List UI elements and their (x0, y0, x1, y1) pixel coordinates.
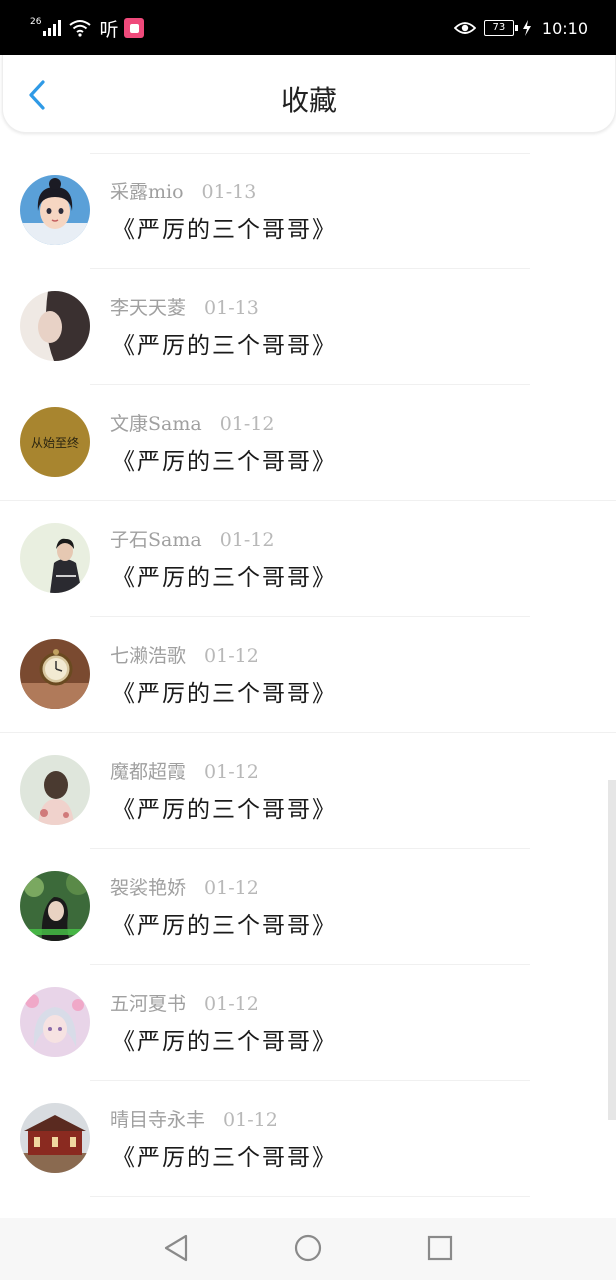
battery-indicator: 73 (483, 20, 518, 36)
entry-meta: 子石Sama 01-12 (110, 529, 274, 551)
avatar: 从始至终 (20, 407, 90, 477)
entry-meta: 魔都超霞 01-12 (110, 761, 259, 783)
nav-home-button[interactable] (292, 1232, 324, 1264)
avatar (20, 291, 90, 361)
avatar (20, 755, 90, 825)
status-bar: 26 听 73 10:10 (0, 0, 616, 55)
entry-date: 01-12 (204, 645, 259, 667)
work-title: 《严厉的三个哥哥》 (112, 217, 337, 243)
list-item[interactable]: 七濑浩歌 01-12 《严厉的三个哥哥》 (0, 617, 616, 733)
work-title: 《严厉的三个哥哥》 (112, 565, 337, 591)
avatar-text: 从始至终 (31, 435, 79, 450)
entry-meta: 采露mio 01-13 (110, 181, 256, 203)
row-divider (90, 1196, 530, 1197)
username: 文康Sama (110, 413, 202, 435)
list-item[interactable]: 李天天菱 01-13 《严厉的三个哥哥》 (0, 269, 616, 385)
triangle-back-icon (164, 1234, 188, 1262)
avatar (20, 987, 90, 1057)
username: 七濑浩歌 (110, 645, 187, 667)
app-notification-icon (124, 18, 145, 38)
work-title: 《严厉的三个哥哥》 (112, 1145, 337, 1171)
status-bar-right: 73 10:10 (453, 15, 588, 41)
eye-icon (453, 22, 476, 34)
entry-meta: 文康Sama 01-12 (110, 413, 274, 435)
entry-date: 01-12 (223, 1109, 278, 1131)
listen-app-label: 听 (99, 18, 119, 41)
username: 晴目寺永丰 (110, 1109, 206, 1131)
username: 魔都超霞 (110, 761, 187, 783)
scrollbar[interactable] (608, 780, 616, 1120)
entry-date: 01-13 (204, 297, 259, 319)
username: 袈裟艳娇 (110, 877, 187, 899)
list-item[interactable]: 五河夏书 01-12 《严厉的三个哥哥》 (0, 965, 616, 1081)
list-item[interactable]: 袈裟艳娇 01-12 《严厉的三个哥哥》 (0, 849, 616, 965)
entry-meta: 七濑浩歌 01-12 (110, 645, 259, 667)
signal-icon (43, 20, 62, 36)
username: 五河夏书 (110, 993, 187, 1015)
entry-date: 01-12 (204, 993, 259, 1015)
avatar (20, 639, 90, 709)
work-title: 《严厉的三个哥哥》 (112, 333, 337, 359)
avatar (20, 523, 90, 593)
list-item[interactable]: 晴目寺永丰 01-12 《严厉的三个哥哥》 (0, 1081, 616, 1197)
username: 采露mio (110, 181, 184, 203)
avatar (20, 871, 90, 941)
entry-meta: 李天天菱 01-13 (110, 297, 259, 319)
entry-date: 01-12 (219, 413, 275, 435)
entry-date: 01-12 (219, 529, 275, 551)
list-item[interactable]: 采露mio 01-13 《严厉的三个哥哥》 (0, 153, 616, 269)
clock: 10:10 (541, 18, 588, 38)
work-title: 《严厉的三个哥哥》 (112, 681, 337, 707)
work-title: 《严厉的三个哥哥》 (112, 797, 337, 823)
avatar (20, 1103, 90, 1173)
username: 子石Sama (110, 529, 202, 551)
username: 李天天菱 (110, 297, 187, 319)
avatar (20, 175, 90, 245)
entry-date: 01-12 (204, 877, 259, 899)
entry-date: 01-12 (204, 761, 259, 783)
entry-meta: 五河夏书 01-12 (110, 993, 259, 1015)
entry-meta: 袈裟艳娇 01-12 (110, 877, 259, 899)
square-recents-icon (427, 1235, 453, 1261)
favorites-list: 采露mio 01-13 《严厉的三个哥哥》 李天天菱 01-13 《严厉的三个哥哥》… (0, 153, 616, 1197)
entry-date: 01-13 (201, 181, 257, 203)
charging-icon (522, 20, 531, 36)
list-item[interactable]: 魔都超霞 01-12 《严厉的三个哥哥》 (0, 733, 616, 849)
work-title: 《严厉的三个哥哥》 (112, 449, 337, 475)
circle-home-icon (294, 1234, 322, 1262)
system-nav-bar (0, 1218, 616, 1280)
list-item[interactable]: 子石Sama 01-12 《严厉的三个哥哥》 (0, 501, 616, 617)
nav-back-button[interactable] (160, 1232, 192, 1264)
work-title: 《严厉的三个哥哥》 (112, 913, 337, 939)
page-title: 收藏 (280, 84, 337, 117)
work-title: 《严厉的三个哥哥》 (112, 1029, 337, 1055)
entry-meta: 晴目寺永丰 01-12 (110, 1109, 278, 1131)
network-type: 26 (30, 17, 42, 27)
list-item[interactable]: 从始至终 文康Sama 01-12 《严厉的三个哥哥》 (0, 385, 616, 501)
app-header: 收藏 (2, 55, 616, 133)
wifi-icon (69, 20, 92, 37)
status-bar-left: 26 听 (30, 16, 145, 41)
nav-recents-button[interactable] (424, 1232, 456, 1264)
